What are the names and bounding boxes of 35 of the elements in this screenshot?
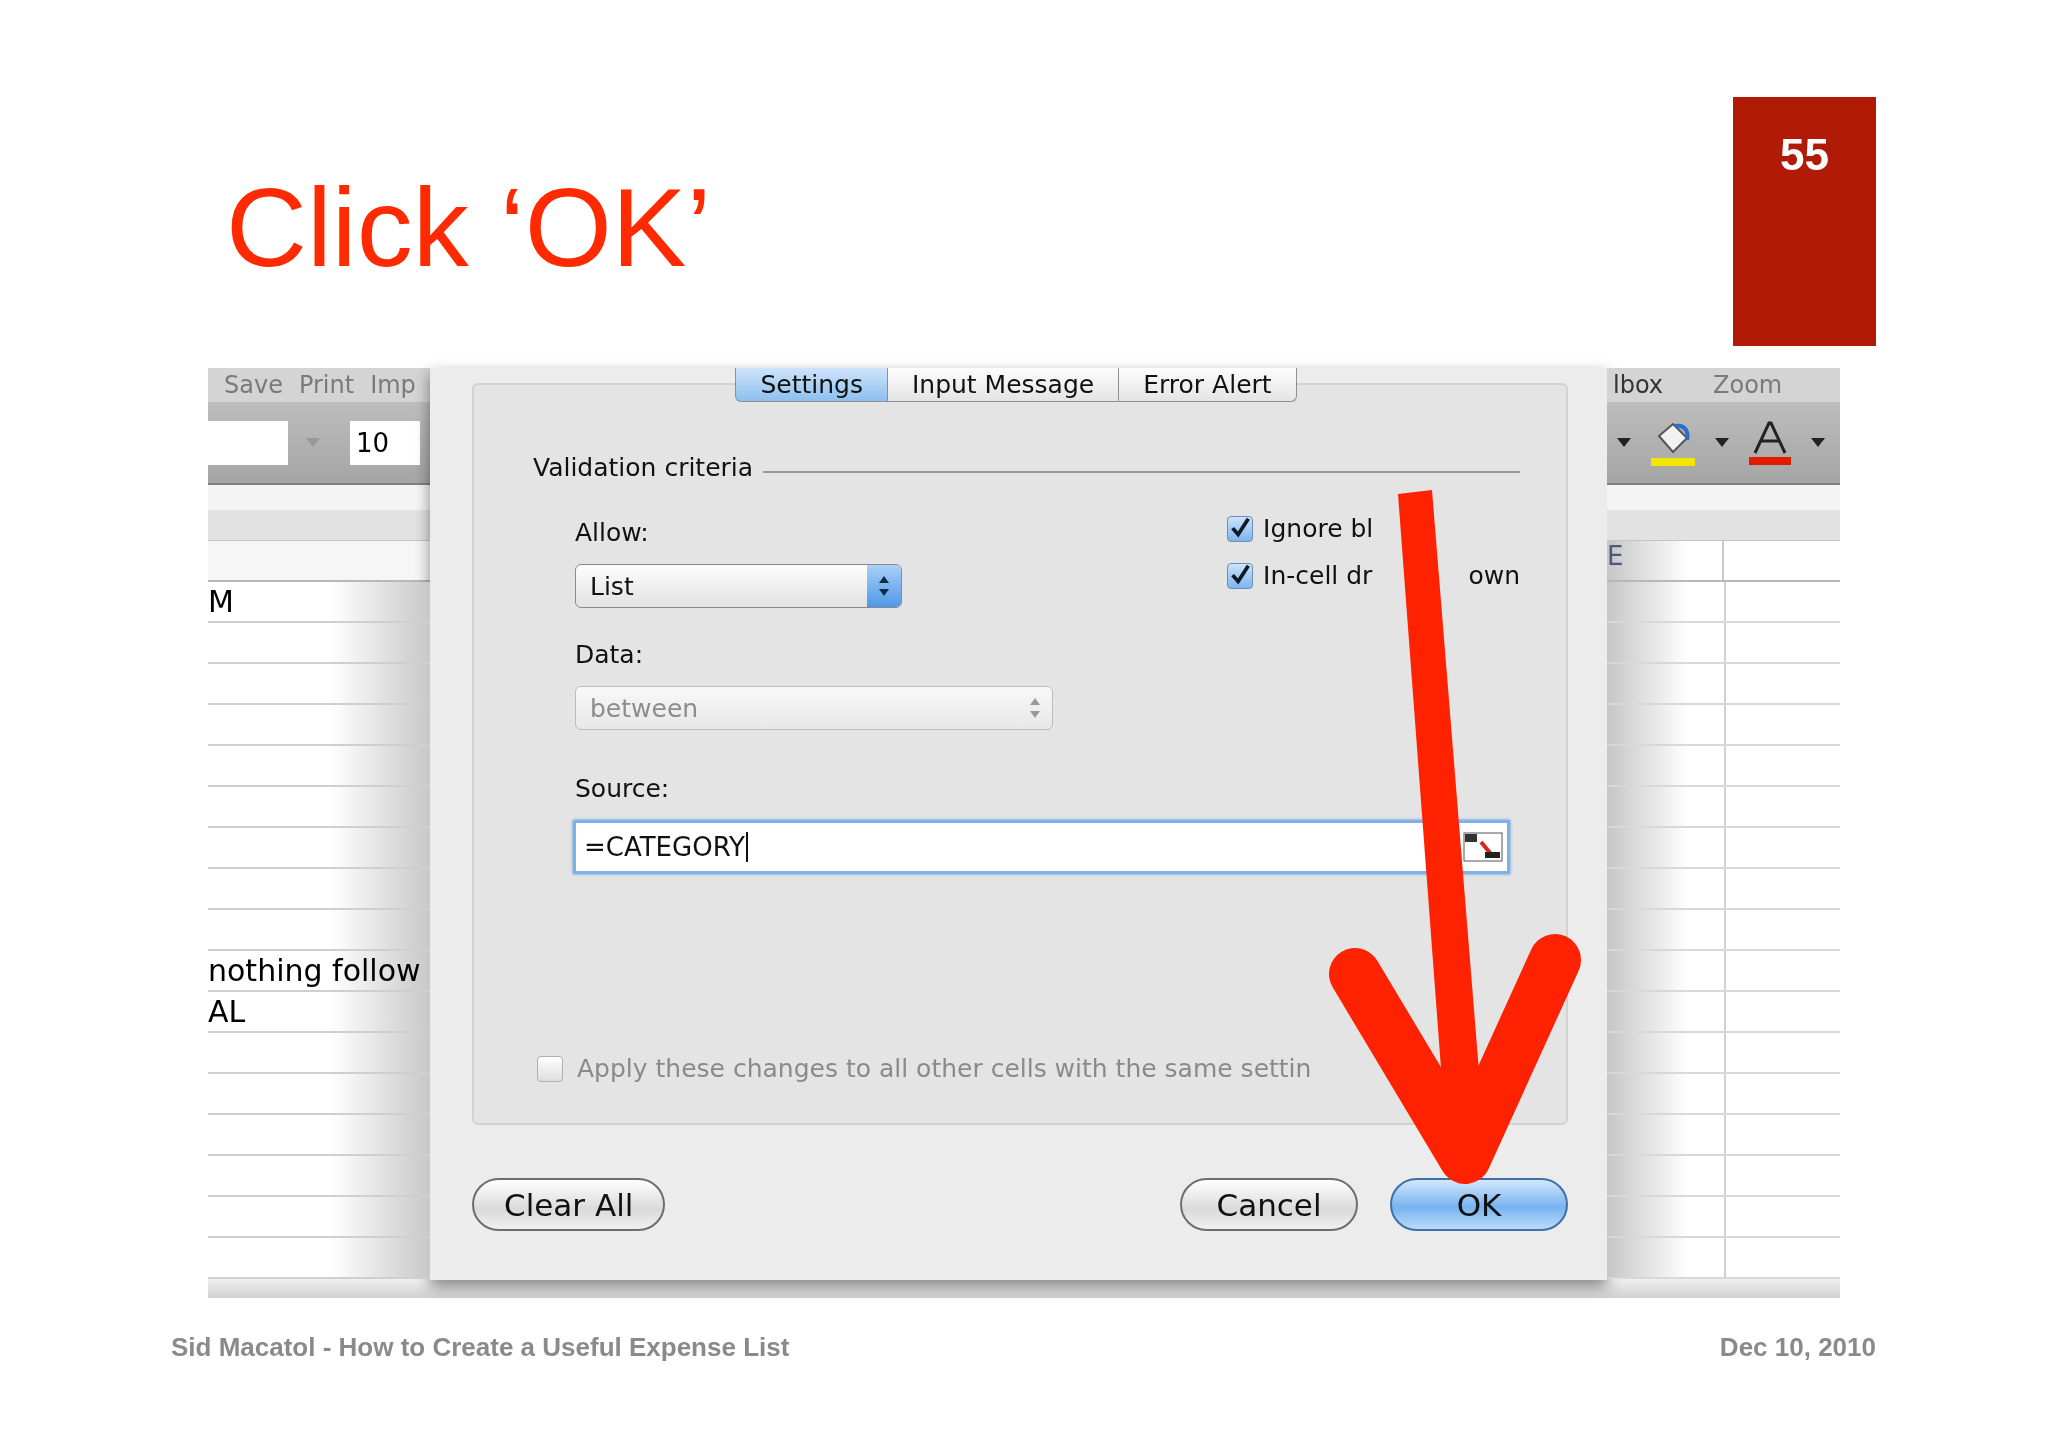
page-number-badge: 55 — [1733, 97, 1876, 346]
dialog-button[interactable]: Clear All — [472, 1178, 666, 1231]
dropdown-icon[interactable] — [1715, 438, 1729, 447]
toolbar-label[interactable]: lbox — [1613, 371, 1664, 399]
ok-button[interactable]: OK — [1390, 1178, 1568, 1231]
option-label: Apply these changes to all other cells with the same settin — [577, 1054, 1312, 1083]
tab[interactable]: Error Alert — [1119, 368, 1297, 402]
tab[interactable]: Input Message — [887, 368, 1120, 402]
option-label: In-cell dr — [1263, 561, 1373, 590]
cell-text: M — [208, 584, 234, 619]
section-title: Validation criteria — [533, 453, 754, 482]
dialog-button[interactable]: Cancel — [1180, 1178, 1358, 1231]
cell-text: nothing follow — [208, 953, 421, 988]
field-label: Source: — [575, 772, 671, 805]
footer-text: Sid Macatol - How to Create a Useful Expense List — [171, 1332, 790, 1363]
allow-popup[interactable]: List — [575, 564, 902, 608]
field-label: Data: — [575, 638, 645, 671]
option-label: Ignore bl — [1263, 514, 1374, 543]
option-label: own — [1468, 561, 1520, 590]
stepper-icon — [1029, 696, 1041, 720]
checkbox[interactable] — [1227, 515, 1254, 542]
cell-text: AL — [208, 994, 246, 1029]
source-field[interactable]: =CATEGORY — [573, 820, 1510, 874]
font-field[interactable] — [208, 420, 288, 465]
dropdown-icon[interactable] — [1617, 438, 1631, 447]
tab[interactable]: Settings — [735, 368, 888, 402]
slide-title: Click ‘OK’ — [226, 172, 712, 287]
range-select-icon[interactable] — [1463, 832, 1503, 862]
column-header: E — [1607, 541, 1624, 571]
footer-date: Dec 10, 2010 — [1719, 1332, 1876, 1363]
dropdown-icon[interactable] — [1811, 438, 1825, 447]
checkbox[interactable] — [1227, 562, 1254, 589]
font-size-field[interactable]: 10 — [350, 420, 420, 465]
stepper-icon — [878, 574, 890, 598]
field-label: Allow: — [575, 516, 650, 549]
